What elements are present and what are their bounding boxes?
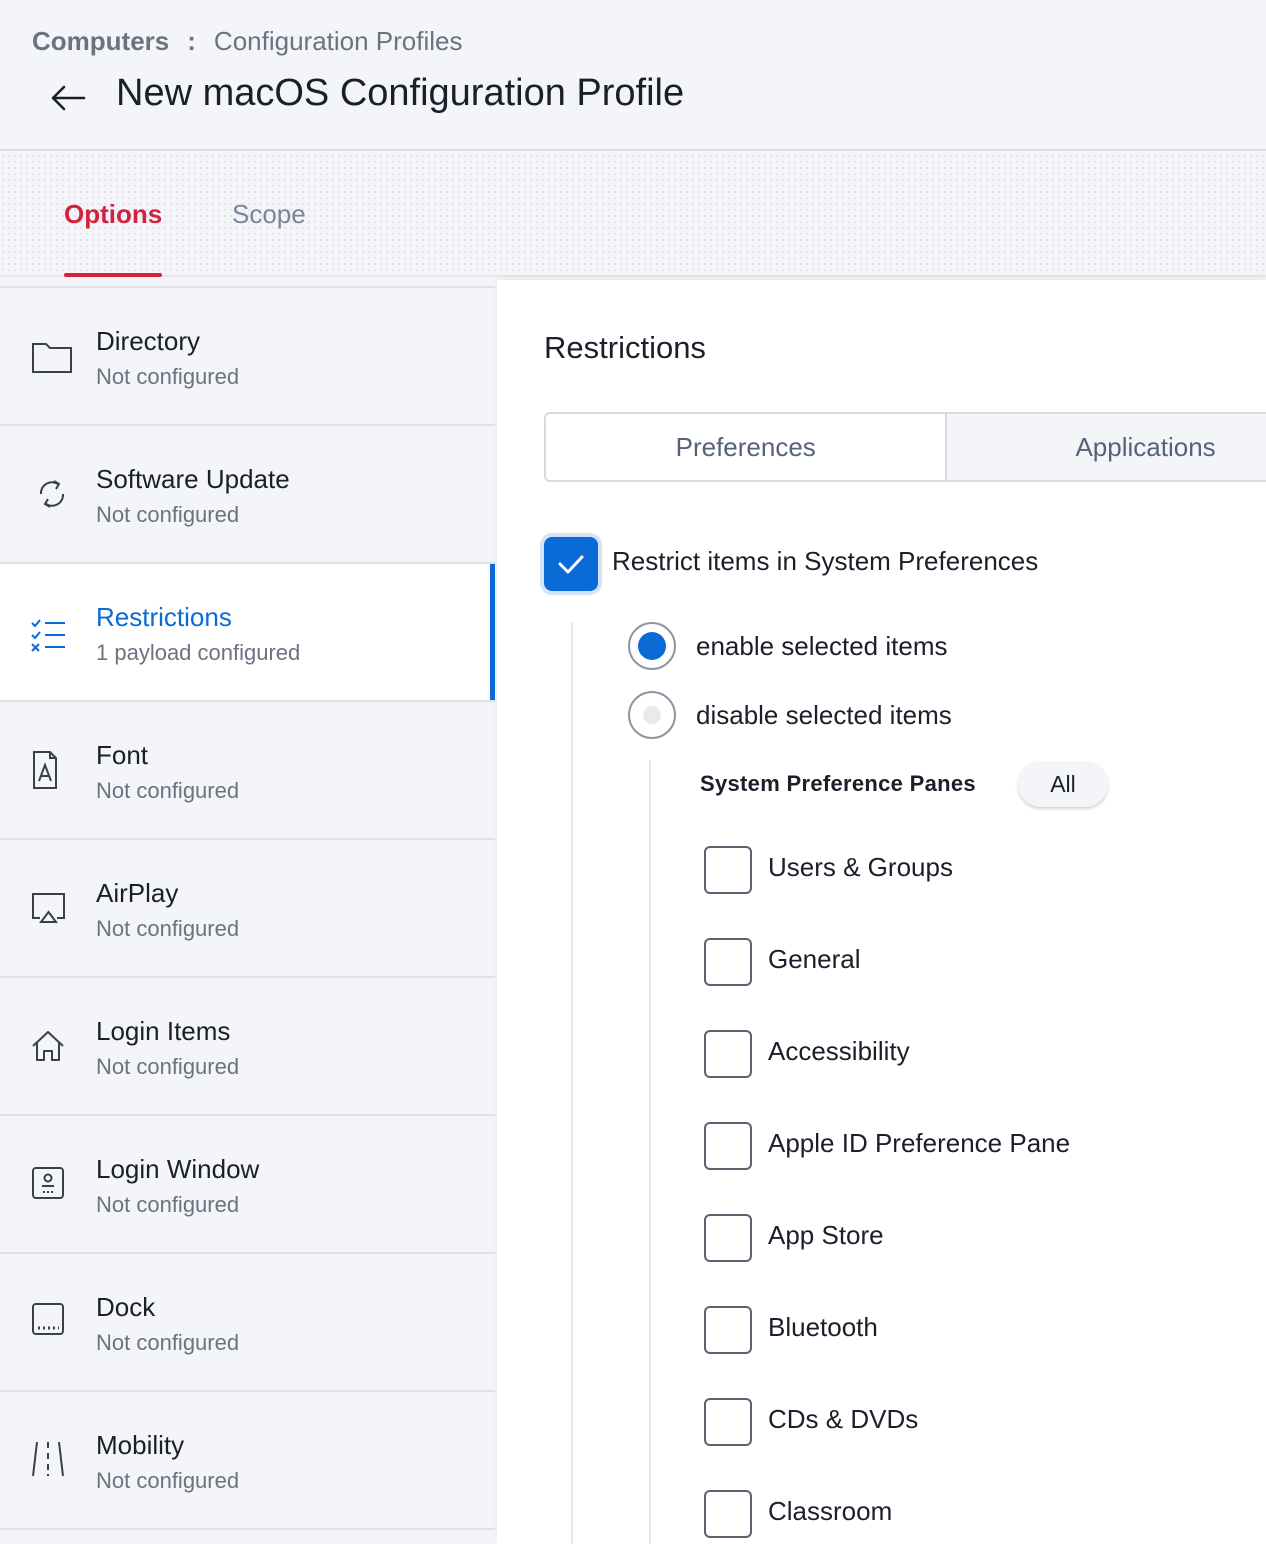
restrictions-panel: Restrictions Preferences Applications Re… bbox=[497, 280, 1266, 1544]
segment-applications[interactable]: Applications bbox=[947, 414, 1266, 480]
pane-label: General bbox=[768, 944, 861, 974]
payload-sidebar: Directory Not configured Software Update… bbox=[0, 286, 495, 1544]
pane-checkbox[interactable] bbox=[704, 1030, 752, 1078]
pane-checkbox[interactable] bbox=[704, 1306, 752, 1354]
pane-checkbox[interactable] bbox=[704, 1490, 752, 1538]
pane-label: CDs & DVDs bbox=[768, 1404, 919, 1434]
sidebar-item-status: Not configured bbox=[96, 1330, 240, 1355]
radio-disable-label: disable selected items bbox=[696, 700, 952, 730]
radio-enable-label: enable selected items bbox=[696, 631, 948, 661]
tab-scope[interactable]: Scope bbox=[232, 199, 306, 277]
sidebar-item-status: Not configured bbox=[96, 502, 240, 527]
sidebar-item-mobility[interactable]: Mobility Not configured bbox=[0, 1392, 495, 1530]
restrict-items-label: Restrict items in System Preferences bbox=[612, 546, 1039, 576]
breadcrumb-separator: : bbox=[187, 26, 196, 56]
segment-preferences[interactable]: Preferences bbox=[546, 414, 948, 480]
breadcrumb-current[interactable]: Configuration Profiles bbox=[214, 26, 463, 57]
folder-icon bbox=[28, 332, 76, 380]
sidebar-item-title: Login Items bbox=[96, 1016, 231, 1046]
pane-checkbox[interactable] bbox=[704, 1398, 752, 1446]
checkmark-icon bbox=[558, 555, 584, 574]
pane-label: Apple ID Preference Pane bbox=[768, 1128, 1071, 1158]
sidebar-item-software-update[interactable]: Software Update Not configured bbox=[0, 426, 495, 564]
section-title: Restrictions bbox=[544, 330, 706, 365]
select-all-button[interactable]: All bbox=[1018, 761, 1108, 807]
airplay-icon bbox=[28, 884, 76, 932]
pane-checkbox[interactable] bbox=[704, 1122, 752, 1170]
panes-heading: System Preference Panes bbox=[700, 771, 976, 796]
segmented-control: Preferences Applications bbox=[544, 412, 1266, 482]
home-icon bbox=[28, 1022, 76, 1070]
dock-icon bbox=[28, 1298, 76, 1346]
breadcrumb-root-link[interactable]: Computers bbox=[32, 26, 169, 57]
font-file-icon bbox=[28, 746, 76, 794]
pane-label: Users & Groups bbox=[768, 852, 953, 882]
refresh-icon bbox=[28, 470, 76, 518]
tab-options[interactable]: Options bbox=[64, 199, 163, 277]
page-title: New macOS Configuration Profile bbox=[116, 72, 685, 114]
sidebar-item-airplay[interactable]: AirPlay Not configured bbox=[0, 840, 495, 978]
sidebar-item-status: Not configured bbox=[96, 1054, 240, 1079]
pane-checkbox[interactable] bbox=[704, 846, 752, 894]
sidebar-item-dock[interactable]: Dock Not configured bbox=[0, 1254, 495, 1392]
sidebar-item-title: Dock bbox=[96, 1292, 156, 1322]
page-header: Computers : Configuration Profiles New m… bbox=[0, 0, 1266, 151]
indent-guide bbox=[571, 622, 573, 1544]
pane-label: Classroom bbox=[768, 1496, 893, 1526]
indent-guide bbox=[649, 760, 651, 1544]
sidebar-item-restrictions[interactable]: Restrictions 1 payload configured bbox=[0, 564, 495, 702]
sidebar-item-title: Login Window bbox=[96, 1154, 260, 1184]
sidebar-item-status: Not configured bbox=[96, 916, 240, 941]
pane-label: Bluetooth bbox=[768, 1312, 878, 1342]
sidebar-item-title: Software Update bbox=[96, 464, 290, 494]
sidebar-item-status: 1 payload configured bbox=[96, 640, 301, 665]
sidebar-item-title: Restrictions bbox=[96, 602, 232, 632]
pane-checkbox[interactable] bbox=[704, 1214, 752, 1262]
radio-disable-selected[interactable] bbox=[628, 691, 676, 739]
radio-dot bbox=[643, 706, 661, 724]
pane-checkbox[interactable] bbox=[704, 938, 752, 986]
sidebar-item-directory[interactable]: Directory Not configured bbox=[0, 288, 495, 426]
sidebar-item-login-window[interactable]: Login Window Not configured bbox=[0, 1116, 495, 1254]
pane-label: Accessibility bbox=[768, 1036, 910, 1066]
sidebar-item-title: AirPlay bbox=[96, 878, 179, 908]
login-window-icon bbox=[28, 1160, 76, 1208]
breadcrumb: Computers : Configuration Profiles bbox=[32, 26, 463, 57]
sidebar-item-title: Mobility bbox=[96, 1430, 185, 1460]
sidebar-item-font[interactable]: Font Not configured bbox=[0, 702, 495, 840]
sidebar-item-title: Font bbox=[96, 740, 149, 770]
restrict-items-checkbox[interactable] bbox=[544, 537, 598, 591]
sidebar-item-status: Not configured bbox=[96, 364, 240, 389]
sidebar-item-status: Not configured bbox=[96, 778, 240, 803]
radio-dot bbox=[638, 632, 666, 660]
checklist-icon bbox=[28, 608, 76, 656]
sidebar-item-status: Not configured bbox=[96, 1192, 240, 1217]
tab-bar: Options Scope bbox=[0, 153, 1266, 277]
sidebar-item-status: Not configured bbox=[96, 1468, 240, 1493]
radio-enable-selected[interactable] bbox=[628, 622, 676, 670]
pane-label: App Store bbox=[768, 1220, 884, 1250]
sidebar-item-title: Directory bbox=[96, 326, 201, 356]
mobility-icon bbox=[28, 1436, 76, 1484]
back-arrow-icon[interactable] bbox=[48, 78, 88, 118]
sidebar-item-login-items[interactable]: Login Items Not configured bbox=[0, 978, 495, 1116]
